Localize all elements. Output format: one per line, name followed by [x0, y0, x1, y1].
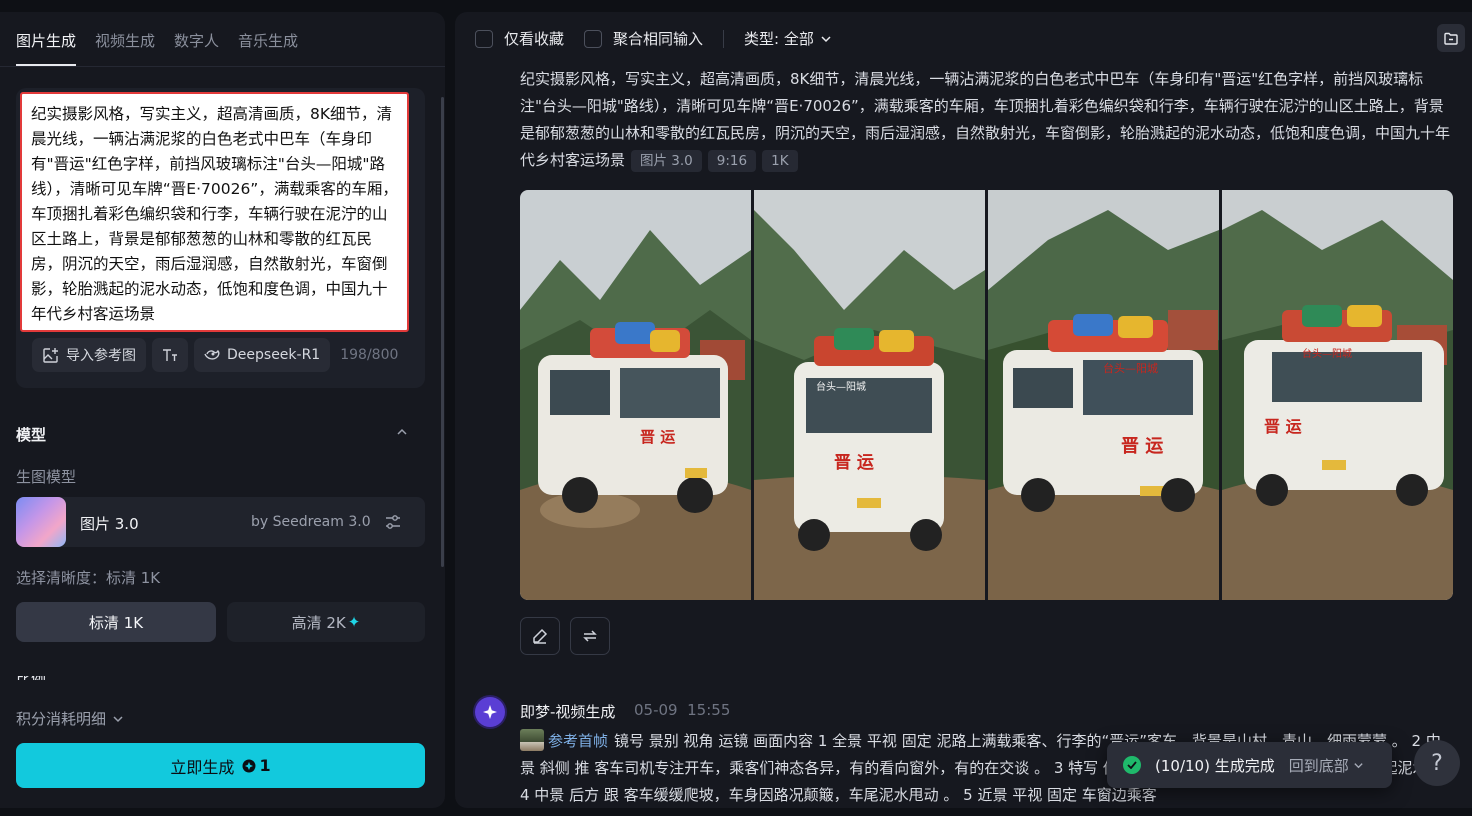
- tab-image-generation[interactable]: 图片生成: [16, 30, 77, 66]
- bus-side-text-2: 晋 运: [834, 453, 874, 473]
- type-filter-dropdown[interactable]: 类型: 全部: [744, 28, 832, 49]
- quality-1k-label: 标清 1K: [88, 613, 144, 632]
- model-provider: by Seedream 3.0: [251, 514, 371, 530]
- credits-details-toggle[interactable]: 积分消耗明细: [16, 708, 124, 729]
- model-selector[interactable]: 图片 3.0 by Seedream 3.0: [16, 497, 425, 547]
- merge-label: 聚合相同输入: [613, 30, 704, 48]
- type-filter-label: 类型: 全部: [744, 30, 814, 48]
- right-panel: 仅看收藏 聚合相同输入 类型: 全部 纪实摄影风格，写实主义，超高清画质，8K细…: [455, 12, 1472, 808]
- filter-bar: 仅看收藏 聚合相同输入 类型: 全部: [475, 28, 832, 49]
- toast-status: (10/10) 生成完成: [1155, 756, 1275, 775]
- text-format-button[interactable]: [152, 338, 188, 372]
- regenerate-button[interactable]: [570, 617, 610, 655]
- bus-banner-text-2: 台头—阳城: [816, 380, 866, 393]
- tab-music-generation[interactable]: 音乐生成: [238, 30, 298, 66]
- quality-1k-button[interactable]: 标清 1K: [16, 602, 216, 642]
- bus-side-text-1: 晋 运: [640, 428, 675, 446]
- cost-value: 1: [259, 756, 271, 775]
- import-reference-button[interactable]: 导入参考图: [32, 338, 146, 372]
- folder-button[interactable]: [1437, 24, 1465, 52]
- bus-banner-text-3: 台头—阳城: [1103, 361, 1158, 375]
- merge-checkbox[interactable]: [584, 29, 603, 48]
- prompt-toolbar: 导入参考图 Deepseek-R1 198/800: [32, 338, 398, 372]
- quality-2k-label: 高清 2K: [291, 613, 346, 632]
- deepseek-icon: [204, 349, 220, 360]
- back-to-bottom-button[interactable]: 回到底部: [1289, 755, 1364, 776]
- text-format-icon: [163, 348, 177, 361]
- credits-label: 积分消耗明细: [16, 710, 107, 728]
- tab-digital-human[interactable]: 数字人: [174, 30, 219, 66]
- video-task-date: 05-09: [634, 701, 678, 719]
- tab-video-generation[interactable]: 视频生成: [95, 30, 155, 66]
- video-task-time: 05-09 15:55: [634, 701, 730, 719]
- model-sub-label: 生图模型: [16, 468, 77, 486]
- tag-ratio: 9:16: [707, 150, 757, 172]
- help-button[interactable]: ?: [1414, 740, 1460, 786]
- settings-sliders-icon[interactable]: [384, 513, 402, 531]
- bus-banner-text-4: 台头—阳城: [1302, 347, 1352, 360]
- tag-resolution: 1K: [762, 150, 798, 172]
- deepseek-label: Deepseek-R1: [227, 347, 321, 363]
- dreamina-avatar: [475, 697, 505, 727]
- back-to-bottom-label: 回到底部: [1288, 756, 1349, 775]
- edit-button[interactable]: [520, 617, 560, 655]
- left-panel: 图片生成 视频生成 数字人 音乐生成 纪实摄影风格，写实主义，超高清画质，8K细…: [0, 12, 445, 808]
- chevron-up-icon[interactable]: [396, 426, 408, 438]
- video-task-clock: 15:55: [687, 701, 731, 719]
- bus-side-text-3: 晋 运: [1121, 436, 1163, 457]
- chevron-down-icon: [1354, 762, 1363, 768]
- edit-icon: [533, 628, 548, 644]
- model-thumbnail: [16, 497, 66, 547]
- reference-frame-label[interactable]: 参考首帧: [548, 732, 608, 750]
- check-icon: [1123, 756, 1141, 774]
- generation-prompt: 纪实摄影风格，写实主义，超高清画质，8K细节，清晨光线，一辆沾满泥浆的白色老式中…: [520, 66, 1455, 174]
- generated-images: 晋 运 台头—阳城 晋 运 台头—阳城 晋 运 台头—阳城 晋 运: [520, 190, 1453, 600]
- generated-image-2[interactable]: 台头—阳城 晋 运: [754, 190, 985, 600]
- merge-filter[interactable]: 聚合相同输入: [584, 28, 703, 49]
- reference-frame-thumbnail[interactable]: [520, 729, 544, 751]
- chevron-down-icon: [113, 715, 123, 722]
- deepseek-model-chip[interactable]: Deepseek-R1: [194, 338, 331, 372]
- import-image-icon: [43, 347, 58, 363]
- scroll-fade: [0, 680, 445, 700]
- sparkle-icon: ✦: [347, 613, 361, 631]
- generated-image-1[interactable]: 晋 运: [520, 190, 751, 600]
- generate-button[interactable]: 立即生成 1: [16, 743, 425, 788]
- dreamina-logo-icon: [483, 705, 497, 719]
- favorites-label: 仅看收藏: [504, 30, 565, 48]
- video-task-name: 即梦-视频生成: [520, 703, 616, 721]
- generated-image-4[interactable]: 台头—阳城 晋 运: [1222, 190, 1453, 600]
- left-scrollbar[interactable]: [441, 97, 444, 567]
- favorites-checkbox[interactable]: [475, 29, 493, 48]
- mode-tabs: 图片生成 视频生成 数字人 音乐生成: [16, 30, 298, 66]
- folder-icon: [1444, 32, 1458, 45]
- prompt-input[interactable]: 纪实摄影风格，写实主义，超高清画质，8K细节，清晨光线，一辆沾满泥浆的白色老式中…: [20, 92, 409, 332]
- import-reference-label: 导入参考图: [66, 348, 136, 364]
- regenerate-icon: [583, 630, 597, 642]
- quality-2k-button[interactable]: 高清 2K ✦: [227, 602, 425, 642]
- prompt-card: 纪实摄影风格，写实主义，超高清画质，8K细节，清晨光线，一辆沾满泥浆的白色老式中…: [16, 88, 425, 388]
- cost-badge: 1: [242, 756, 271, 775]
- quality-label: 选择清晰度：标清 1K: [16, 569, 161, 587]
- tag-model: 图片 3.0: [631, 150, 702, 172]
- tabs-divider: [0, 66, 445, 67]
- help-icon: ?: [1431, 750, 1443, 776]
- generated-image-3[interactable]: 台头—阳城 晋 运: [988, 190, 1219, 600]
- favorites-filter[interactable]: 仅看收藏: [475, 28, 564, 49]
- filter-divider: [723, 29, 725, 48]
- bus-side-text-4: 晋 运: [1264, 417, 1302, 436]
- credit-icon: [242, 759, 256, 772]
- char-count: 198/800: [340, 347, 399, 363]
- chevron-down-icon: [821, 35, 831, 42]
- generate-label: 立即生成: [170, 757, 235, 777]
- model-section-title: 模型: [16, 426, 47, 444]
- model-name: 图片 3.0: [80, 515, 139, 533]
- generation-complete-toast: (10/10) 生成完成 回到底部: [1107, 742, 1392, 788]
